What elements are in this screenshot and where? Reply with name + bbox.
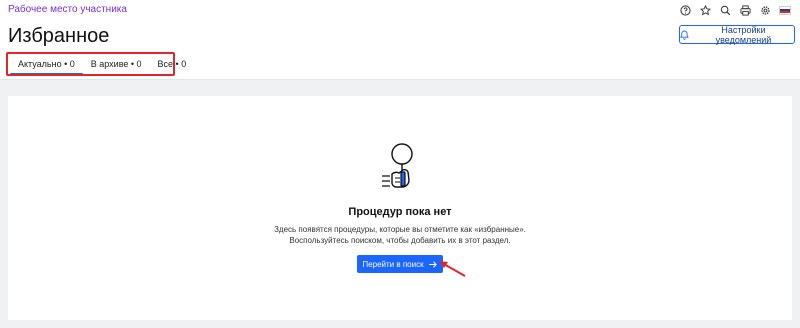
magnifier-hand-illustration — [382, 143, 413, 188]
description-line: Здесь появятся процедуры, которые вы отм… — [274, 225, 526, 234]
tab-label: В архиве • 0 — [90, 59, 142, 69]
flag-stripe-red — [780, 11, 790, 14]
empty-state-card: Процедур пока нет Здесь появятся процеду… — [8, 96, 792, 320]
tabs-bar: Актуально • 0 В архиве • 0 Все • 0 — [10, 56, 194, 75]
tab-actual[interactable]: Актуально • 0 — [10, 56, 83, 75]
page-header: Рабочее место участника Избранное Настро… — [0, 0, 800, 80]
empty-state-title: Процедур пока нет — [348, 206, 452, 218]
language-flag — [779, 5, 791, 15]
search-icon[interactable] — [718, 3, 732, 17]
top-toolbar — [678, 3, 792, 17]
tab-label: Все • 0 — [157, 59, 187, 69]
tab-all[interactable]: Все • 0 — [150, 56, 195, 75]
go-to-search-label: Перейти в поиск — [362, 259, 424, 269]
print-icon[interactable] — [738, 3, 752, 17]
bell-icon — [680, 30, 689, 40]
star-icon[interactable] — [698, 3, 712, 17]
page-title: Избранное — [8, 25, 110, 47]
settings-icon[interactable] — [758, 3, 772, 17]
description-line: Воспользуйтесь поиском, чтобы добавить и… — [289, 236, 511, 245]
app-home-link[interactable]: Рабочее место участника — [8, 4, 127, 15]
flag-icon[interactable] — [778, 3, 792, 17]
empty-state-description: Здесь появятся процедуры, которые вы отм… — [8, 224, 792, 246]
tab-archive[interactable]: В архиве • 0 — [83, 56, 150, 75]
help-icon[interactable] — [678, 3, 692, 17]
notification-settings-label: Настройки уведомлений — [715, 24, 772, 45]
go-to-search-button[interactable]: Перейти в поиск — [357, 255, 443, 273]
notification-settings-button[interactable]: Настройки уведомлений — [679, 24, 795, 45]
arrow-right-icon — [428, 261, 437, 267]
tab-label: Актуально • 0 — [18, 59, 75, 69]
